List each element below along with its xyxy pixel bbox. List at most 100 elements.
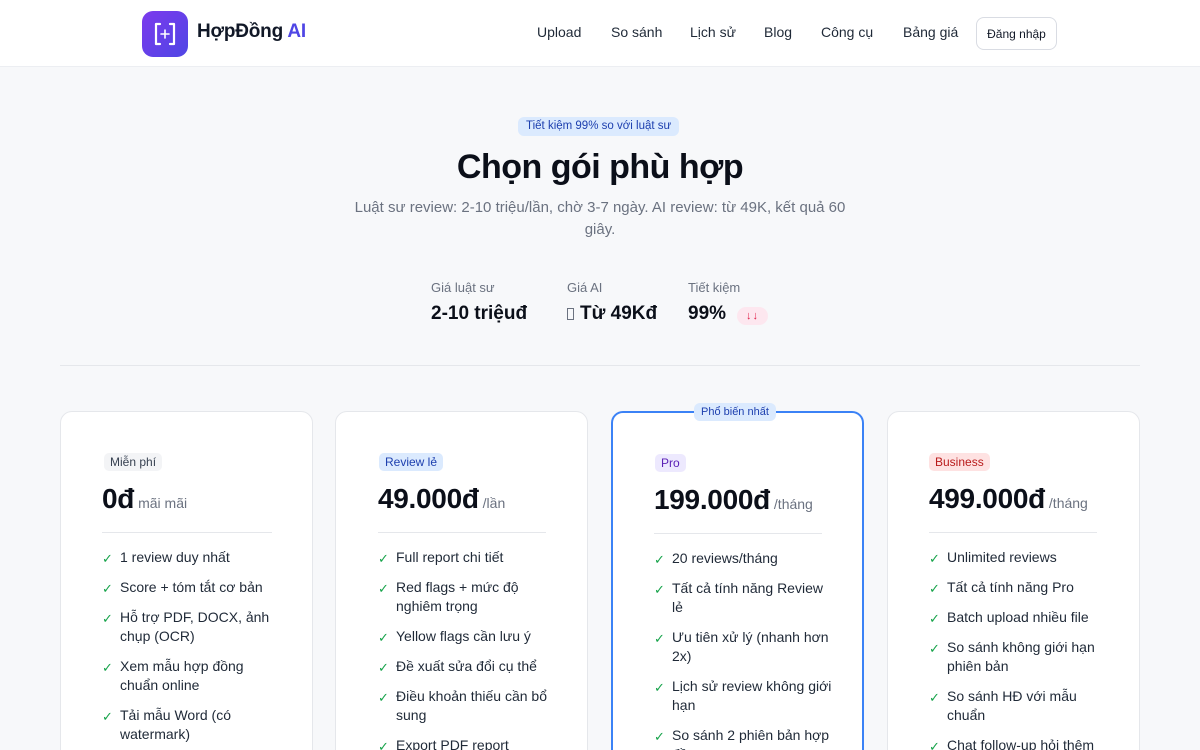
trend-down-badge: ↓↓ [737,307,768,325]
price-period: /tháng [1048,495,1088,511]
feature-text: Đề xuất sửa đổi cụ thể [396,658,537,674]
feature-list: ✓ Full report chi tiết ✓ Red flags + mức độ… [378,548,558,750]
feature-item: ✓ Xem mẫu hợp đồng chuẩn online [102,657,282,695]
check-icon: ✓ [654,582,665,597]
feature-text: Tải mẫu Word (có watermark) [120,707,231,742]
check-icon: ✓ [929,581,940,596]
feature-text: 1 review duy nhất [120,549,230,565]
feature-item: ✓ Hỗ trợ PDF, DOCX, ảnh chụp (OCR) [102,608,282,646]
brand-main: HợpĐồng [197,21,283,42]
feature-item: ✓ Tất cả tính năng Pro [929,578,1109,597]
feature-item: ✓ Lịch sử review không giới hạn [654,677,834,715]
card-divider [378,532,546,533]
login-button[interactable]: Đăng nhập [976,17,1057,50]
plan-card-single: Review lẻ 49.000đ/lần ✓ Full report chi t… [335,411,588,750]
check-icon: ✓ [378,630,389,645]
feature-text: So sánh 2 phiên bản hợp đồng [672,727,830,750]
stat-lawyer-label: Giá luật sư [431,280,495,295]
feature-item: ✓ Đề xuất sửa đổi cụ thể [378,657,558,676]
price-period: /lần [482,495,506,511]
feature-text: So sánh HĐ với mẫu chuẩn [947,688,1077,723]
card-divider [102,532,272,533]
stat-ai-value-text: Từ 49Kđ [580,303,658,324]
plan-price: 199.000đ/tháng [654,484,813,516]
feature-item: ✓ Red flags + mức độ nghiêm trọng [378,578,558,616]
feature-item: ✓ Chat follow-up hỏi thêm [929,736,1109,750]
feature-item: ✓ Tất cả tính năng Review lẻ [654,579,834,617]
plan-card-free: Miễn phí 0đ mãi mãi ✓ 1 review duy nhất ✓ Sc… [60,411,313,750]
check-icon: ✓ [102,611,113,626]
check-icon: ✓ [654,729,665,744]
check-icon: ✓ [378,690,389,705]
plan-tag: Review lẻ [379,453,444,471]
feature-item: ✓ So sánh HĐ với mẫu chuẩn [929,687,1109,725]
plan-card-pro: Pro 199.000đ/tháng ✓ 20 reviews/tháng ✓ Tất… [611,411,864,750]
card-divider [654,533,822,534]
plan-tag: Business [929,453,990,471]
check-icon: ✓ [929,611,940,626]
nav-pricing[interactable]: Bảng giá [903,24,958,40]
brand-ai: AI [287,21,306,42]
feature-text: Full report chi tiết [396,549,504,565]
check-icon: ✓ [102,660,113,675]
check-icon: ✓ [378,581,389,596]
site-header: HợpĐồng AI Upload So sánh Lịch sử Blog C… [0,0,1200,67]
feature-list: ✓ Unlimited reviews ✓ Tất cả tính năng Pro ✓… [929,548,1109,750]
feature-text: Lịch sử review không giới hạn [672,678,832,713]
popular-badge: Phổ biến nhất [694,403,776,421]
check-icon: ✓ [929,739,940,750]
feature-item: ✓ 1 review duy nhất [102,548,282,567]
feature-text: Unlimited reviews [947,549,1057,565]
feature-item: ✓ Tải mẫu Word (có watermark) [102,706,282,744]
stat-saving-value: 99% [688,303,727,324]
check-icon: ✓ [378,551,389,566]
stat-saving-label: Tiết kiệm [688,280,741,295]
feature-text: Tất cả tính năng Review lẻ [672,580,823,615]
stat-ai-label: Giá AI [567,280,603,295]
nav-compare[interactable]: So sánh [611,24,662,40]
feature-text: Yellow flags cần lưu ý [396,628,531,644]
plan-price: 499.000đ/tháng [929,483,1088,515]
check-icon: ✓ [929,551,940,566]
savings-badge: Tiết kiệm 99% so với luật sư [518,117,680,136]
feature-item: ✓ Yellow flags cần lưu ý [378,627,558,646]
nav-history[interactable]: Lịch sử [690,24,736,40]
price-amount: 199.000đ [654,484,770,515]
nav-blog[interactable]: Blog [764,24,792,40]
price-amount: 0đ [102,483,135,514]
logo-icon[interactable] [142,11,188,57]
feature-text: 20 reviews/tháng [672,550,778,566]
feature-item: ✓ So sánh không giới hạn phiên bản [929,638,1109,676]
plan-price: 49.000đ/lần [378,483,505,515]
check-icon: ✓ [102,709,113,724]
brand-name[interactable]: HợpĐồng AI [197,21,306,43]
price-amount: 49.000đ [378,483,479,514]
price-period: mãi mãi [138,495,188,511]
feature-text: Điều khoản thiếu cần bổ sung [396,688,547,723]
feature-text: Ưu tiên xử lý (nhanh hơn 2x) [672,629,829,664]
feature-item: ✓ Điều khoản thiếu cần bổ sung [378,687,558,725]
check-icon: ✓ [378,660,389,675]
nav-tools[interactable]: Công cụ [821,24,873,40]
card-divider [929,532,1097,533]
check-icon: ✓ [654,552,665,567]
feature-text: Chat follow-up hỏi thêm [947,737,1095,750]
feature-item: ✓ Export PDF report [378,736,558,750]
page-subtitle: Luật sư review: 2-10 triệu/lần, chờ 3-7 … [354,199,846,238]
feature-item: ✓ Ưu tiên xử lý (nhanh hơn 2x) [654,628,834,666]
plan-card-business: Business 499.000đ/tháng ✓ Unlimited revie… [887,411,1140,750]
stat-ai-value: Từ 49Kđ [567,303,657,325]
feature-item: ✓ 20 reviews/tháng [654,549,834,568]
check-icon: ✓ [929,641,940,656]
plan-tag: Miễn phí [104,453,163,471]
feature-text: Red flags + mức độ nghiêm trọng [396,579,519,614]
check-icon: ✓ [929,690,940,705]
check-icon: ✓ [102,551,113,566]
section-divider [60,365,1140,366]
check-icon: ✓ [378,739,389,750]
feature-list: ✓ 20 reviews/tháng ✓ Tất cả tính năng Revie… [654,549,834,750]
feature-text: Hỗ trợ PDF, DOCX, ảnh chụp (OCR) [120,609,270,644]
nav-upload[interactable]: Upload [537,24,581,40]
stat-lawyer-value: 2-10 triệuđ [431,303,528,324]
page-title: Chọn gói phù hợp [456,148,744,186]
